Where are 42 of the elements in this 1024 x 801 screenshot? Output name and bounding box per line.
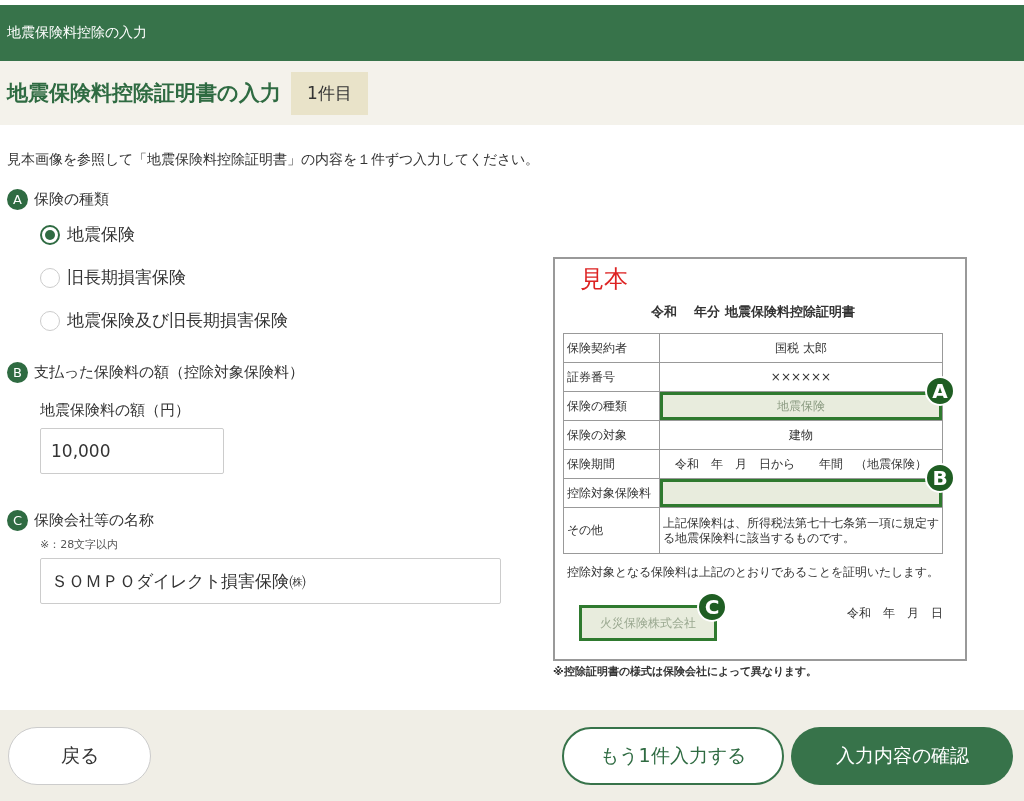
statement-text: 控除対象となる保険料は上記のとおりであることを証明いたします。 [566, 564, 940, 581]
page-title: 地震保険料控除証明書の入力 [7, 80, 281, 107]
section-label: 保険の種類 [34, 190, 109, 209]
amount-field[interactable]: 10,000 [40, 428, 224, 474]
table-cell: 保険契約者 [564, 334, 660, 362]
back-button[interactable]: 戻る [8, 726, 151, 785]
company-name: 火災保険株式会社 [600, 614, 696, 632]
radio-option[interactable]: 地震保険及び旧長期損害保険 [40, 309, 527, 332]
section-marker: B [7, 362, 28, 383]
section-label: 支払った保険料の額（控除対象保険料） [34, 363, 304, 382]
radio-label: 地震保険及び旧長期損害保険 [67, 309, 288, 332]
radio-option[interactable]: 地震保険 [40, 223, 527, 246]
radio-label: 旧長期損害保険 [67, 266, 186, 289]
sample-label: 見本 [580, 265, 628, 293]
field-label: 地震保険料の額（円） [40, 401, 191, 420]
header-title: 地震保険料控除の入力 [7, 24, 147, 42]
sample-note: ※控除証明書の様式は保険会社によって異なります。 [553, 664, 818, 679]
field-note: ※：28文字以内 [40, 537, 120, 552]
table-cell-text: 建物 [788, 426, 814, 444]
section-marker: A [7, 189, 28, 210]
table-cell-text: 令和 年 月 日から 年間 （地震保険） [674, 455, 928, 473]
radio-icon[interactable] [40, 224, 60, 245]
confirm-button[interactable]: 入力内容の確認 [791, 726, 1013, 785]
callout-marker: A [925, 376, 955, 406]
radio-label: 地震保険 [67, 223, 135, 246]
table-cell: その他 [564, 508, 660, 553]
table-cell-text: 国税 太郎 [774, 339, 828, 357]
callout-marker: C [697, 592, 727, 622]
document-title: 令和 年分 地震保険料控除証明書 [649, 303, 857, 321]
table-cell: 証券番号 [564, 363, 660, 391]
date-text: 令和 年 月 日 [847, 605, 943, 622]
table-cell: 保険期間 [564, 450, 660, 478]
table-cell: 保険の対象 [564, 421, 660, 449]
instruction-text: 見本画像を参照して「地震保険料控除証明書」の内容を１件ずつ入力してください。 [7, 151, 540, 169]
callout-marker: B [925, 463, 955, 493]
add-another-button[interactable]: もう1件入力する [562, 726, 784, 785]
company-name-field[interactable]: ＳＯＭＰＯダイレクト損害保険㈱ [40, 558, 501, 604]
item-counter: 1件目 [291, 71, 368, 115]
table-cell-text: 上記保険料は、所得税法第七十七条第一項に規定する地震保険料に該当するものです。 [662, 515, 940, 547]
section-marker: C [7, 510, 28, 531]
radio-option[interactable]: 旧長期損害保険 [40, 266, 527, 289]
section-label: 保険会社等の名称 [34, 511, 154, 530]
